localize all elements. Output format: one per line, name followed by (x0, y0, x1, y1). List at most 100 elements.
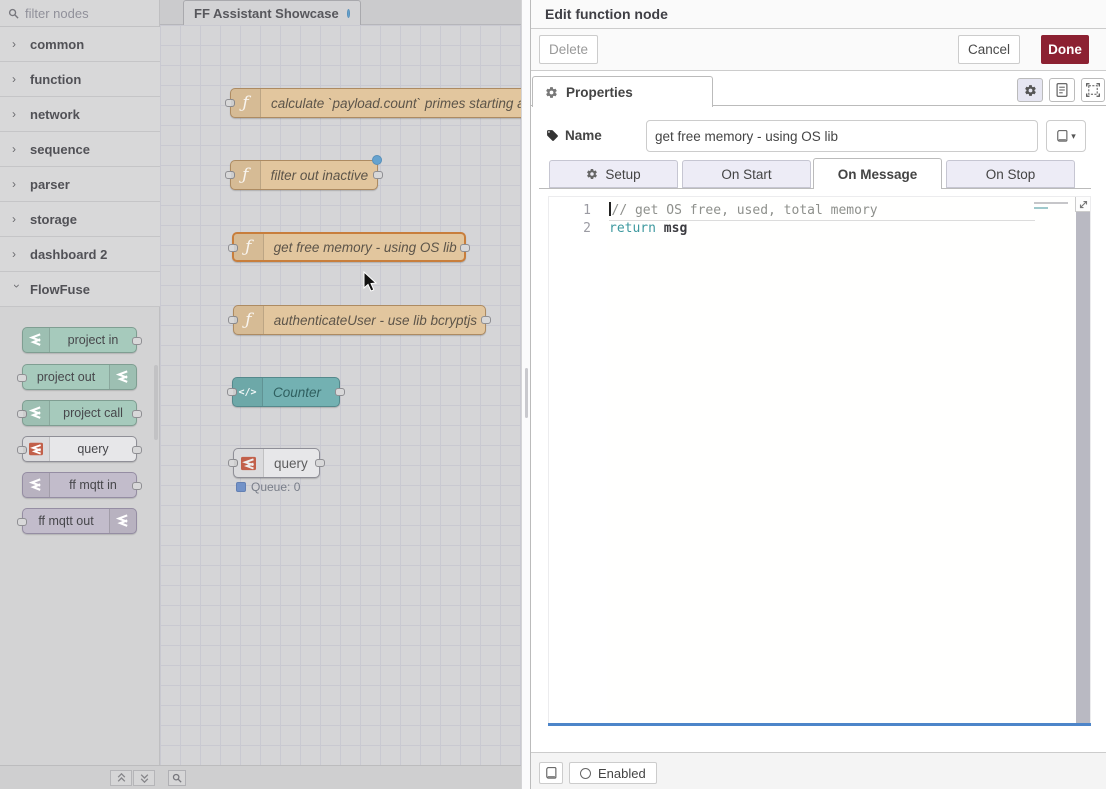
group-button[interactable] (1081, 78, 1105, 102)
tray-resize-handle[interactable] (521, 0, 530, 789)
properties-gear-button[interactable] (1017, 78, 1043, 102)
resize-grip-icon (525, 368, 528, 418)
tab-on-stop[interactable]: On Stop (946, 160, 1075, 188)
output-port[interactable] (315, 459, 325, 467)
library-button[interactable]: ▾ (1046, 120, 1086, 152)
chevron-down-icon: › (10, 284, 24, 294)
output-port[interactable] (481, 316, 491, 324)
chevron-right-icon: › (12, 247, 22, 261)
function-icon: ƒ (231, 161, 261, 189)
chevron-right-icon: › (12, 72, 22, 86)
palette-search[interactable] (0, 0, 159, 27)
palette-category-function[interactable]: › function (0, 62, 160, 97)
editor-scrollbar[interactable] (1076, 212, 1090, 724)
palette-node-query[interactable]: query (22, 436, 137, 462)
cancel-button[interactable]: Cancel (958, 35, 1020, 64)
output-port[interactable] (132, 482, 142, 490)
double-chevron-up-icon (117, 773, 126, 783)
caret-down-icon: ▾ (1071, 131, 1076, 142)
editor-minimap (1034, 200, 1072, 216)
output-port[interactable] (373, 171, 383, 179)
flowfuse-icon (109, 365, 136, 389)
flow-workspace[interactable]: FF Assistant Showcase ƒ calculate `paylo… (160, 0, 521, 789)
palette-category-storage[interactable]: › storage (0, 202, 160, 237)
code-line-2[interactable]: return msg (609, 220, 687, 238)
description-button[interactable] (1049, 78, 1075, 102)
code-line-1[interactable]: // get OS free, used, total memory (609, 202, 1035, 221)
output-port[interactable] (132, 410, 142, 418)
chevron-right-icon: › (12, 37, 22, 51)
tray-title: Edit function node (545, 6, 668, 22)
edit-tray: Edit function node Delete Cancel Done Pr… (530, 0, 1106, 789)
node-get-free-memory[interactable]: ƒ get free memory - using OS lib (232, 232, 466, 262)
palette-node-project-out[interactable]: project out (22, 364, 137, 390)
flowfuse-icon (23, 473, 50, 497)
palette-category-flowfuse[interactable]: › FlowFuse (0, 272, 160, 307)
flowfuse-icon (23, 401, 50, 425)
output-port[interactable] (132, 337, 142, 345)
expand-all-button[interactable] (133, 770, 155, 786)
function-icon: ƒ (231, 89, 261, 117)
chevron-right-icon: › (12, 142, 22, 156)
book-icon (1056, 130, 1068, 143)
double-chevron-down-icon (140, 773, 149, 783)
palette-node-project-in[interactable]: project in (22, 327, 137, 353)
palette-node-ff-mqtt-in[interactable]: ff mqtt in (22, 472, 137, 498)
template-icon: </> (233, 378, 263, 406)
function-icon: ƒ (234, 234, 264, 260)
output-port[interactable] (132, 446, 142, 454)
flowfuse-icon (109, 509, 136, 533)
node-query[interactable]: query (233, 448, 320, 478)
node-changed-indicator (372, 155, 382, 165)
output-port[interactable] (460, 244, 470, 252)
palette-category-parser[interactable]: › parser (0, 167, 160, 202)
code-editor[interactable]: 1 2 // get OS free, used, total memory r… (548, 196, 1091, 723)
palette-node-ff-mqtt-out[interactable]: ff mqtt out (22, 508, 137, 534)
gear-icon (586, 168, 598, 180)
tray-header: Edit function node (531, 0, 1106, 29)
palette-scrollbar[interactable] (154, 365, 158, 440)
tab-on-start[interactable]: On Start (682, 160, 811, 188)
palette-node-project-call[interactable]: project call (22, 400, 137, 426)
node-filter-out-inactive[interactable]: ƒ filter out inactive (230, 160, 378, 190)
flow-tab[interactable]: FF Assistant Showcase (183, 0, 361, 25)
done-button[interactable]: Done (1041, 35, 1089, 64)
chevron-right-icon: › (12, 177, 22, 191)
search-icon (8, 8, 19, 19)
search-icon (172, 773, 182, 783)
workspace-search-button[interactable] (168, 770, 186, 786)
palette-filter-input[interactable] (25, 6, 145, 21)
name-input[interactable] (646, 120, 1038, 152)
enabled-circle-icon (580, 768, 591, 779)
chevron-right-icon: › (12, 212, 22, 226)
line-number: 2 (583, 220, 591, 238)
input-port[interactable] (17, 374, 27, 382)
name-field-label: Name (546, 128, 602, 143)
palette-category-common[interactable]: › common (0, 27, 160, 62)
node-counter[interactable]: </> Counter (232, 377, 340, 407)
tray-tab-row: Properties (531, 71, 1106, 106)
tab-setup[interactable]: Setup (549, 160, 678, 188)
node-calculate-primes[interactable]: ƒ calculate `payload.count` primes start… (230, 88, 521, 118)
node-authenticate-user[interactable]: ƒ authenticateUser - use lib bcryptjs (233, 305, 486, 335)
tab-on-message[interactable]: On Message (813, 158, 942, 189)
flowfuse-icon (23, 328, 50, 352)
palette-category-dashboard2[interactable]: › dashboard 2 (0, 237, 160, 272)
editor-focus-border (548, 723, 1091, 726)
delete-button[interactable]: Delete (539, 35, 598, 64)
tab-properties[interactable]: Properties (532, 76, 713, 107)
collapse-all-button[interactable] (110, 770, 132, 786)
input-port[interactable] (17, 518, 27, 526)
output-port[interactable] (335, 388, 345, 396)
node-status: Queue: 0 (236, 480, 300, 494)
flow-canvas-grid[interactable]: ƒ calculate `payload.count` primes start… (160, 25, 521, 765)
editor-expand-button[interactable] (1075, 197, 1090, 212)
footer-library-button[interactable] (539, 762, 563, 784)
status-dot-icon (236, 482, 246, 492)
expand-icon (1079, 200, 1088, 209)
palette-category-sequence[interactable]: › sequence (0, 132, 160, 167)
enabled-toggle-button[interactable]: Enabled (569, 762, 657, 784)
node-palette: › common › function › network › sequence… (0, 0, 160, 789)
flowfuse-query-icon (23, 437, 50, 461)
palette-category-network[interactable]: › network (0, 97, 160, 132)
